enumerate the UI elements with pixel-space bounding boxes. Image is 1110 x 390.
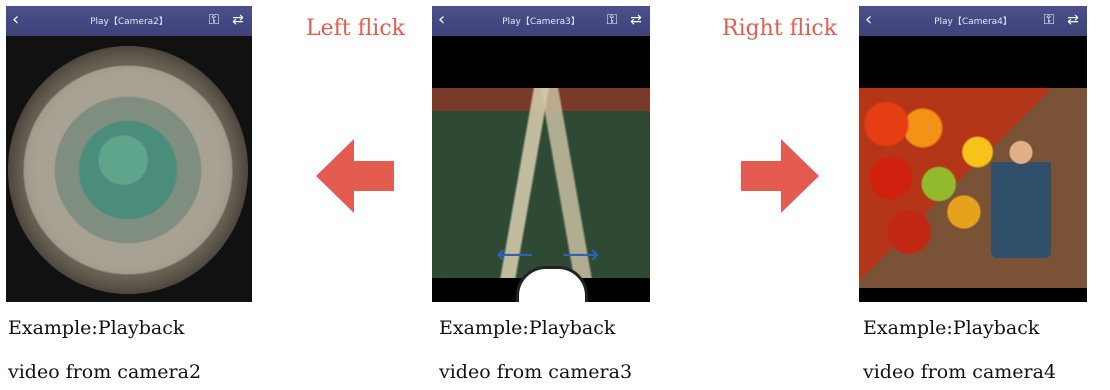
phone-screen-camera2: ‹ Play【Camera2】 ⚿ ⇄: [6, 6, 252, 302]
person-lock-icon[interactable]: ⚿: [206, 12, 222, 28]
caption-camera3-line2: video from camera3: [439, 361, 633, 383]
title-bar: ‹ Play【Camera3】 ⚿ ⇄: [432, 6, 650, 36]
right-arrow-icon: [741, 139, 819, 213]
caption-camera4-line2: video from camera4: [863, 361, 1057, 383]
video-area[interactable]: [6, 36, 252, 302]
video-area[interactable]: [859, 88, 1087, 288]
swap-arrows-icon[interactable]: ⇄: [1065, 12, 1081, 28]
video-area[interactable]: ⟵ ⟶: [432, 88, 650, 302]
person-lock-icon[interactable]: ⚿: [604, 12, 620, 28]
person-lock-icon[interactable]: ⚿: [1041, 12, 1057, 28]
grocery-video-image: [859, 88, 1087, 288]
title-bar: ‹ Play【Camera4】 ⚿ ⇄: [859, 6, 1087, 36]
swipe-left-icon: ⟵: [496, 240, 534, 270]
caption-camera2-line2: video from camera2: [8, 361, 202, 383]
factory-video-image: [432, 88, 650, 278]
swipe-right-icon: ⟶: [562, 240, 600, 270]
left-flick-label: Left flick: [306, 16, 405, 41]
phone-screen-camera3: ‹ Play【Camera3】 ⚿ ⇄ ⟵ ⟶: [432, 6, 650, 302]
shopper-figure: [991, 138, 1051, 258]
swap-arrows-icon[interactable]: ⇄: [230, 12, 246, 28]
caption-camera2-line1: Example:Playback: [8, 317, 185, 339]
caption-camera3-line1: Example:Playback: [439, 317, 616, 339]
right-flick-label: Right flick: [722, 16, 838, 41]
swap-arrows-icon[interactable]: ⇄: [628, 12, 644, 28]
title-bar: ‹ Play【Camera2】 ⚿ ⇄: [6, 6, 252, 36]
caption-camera4-line1: Example:Playback: [863, 317, 1040, 339]
fisheye-video-image: [8, 46, 248, 294]
left-arrow-icon: [316, 139, 394, 213]
phone-screen-camera4: ‹ Play【Camera4】 ⚿ ⇄: [859, 6, 1087, 302]
